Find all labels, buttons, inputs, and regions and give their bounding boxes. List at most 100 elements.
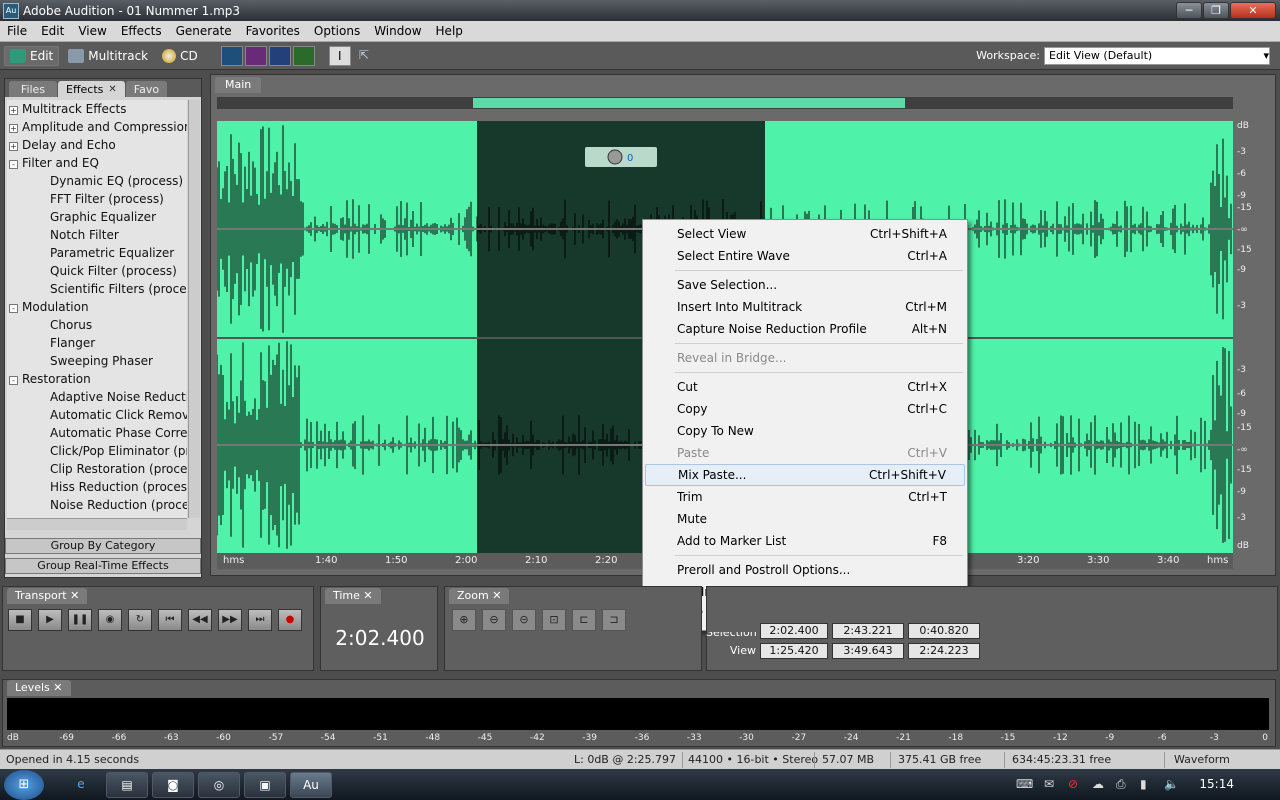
tree-item[interactable]: + Amplitude and Compression bbox=[7, 118, 187, 136]
overview-bar[interactable] bbox=[217, 97, 1233, 109]
tab-time[interactable]: Time ✕ bbox=[325, 588, 381, 604]
tree-item[interactable]: Parametric Equalizer bbox=[7, 244, 187, 262]
tree-item[interactable]: Automatic Click Remover bbox=[7, 406, 187, 424]
tree-item[interactable]: Dynamic EQ (process) bbox=[7, 172, 187, 190]
play-button[interactable]: ▶ bbox=[38, 609, 62, 631]
time-selection-tool[interactable]: I bbox=[328, 45, 351, 66]
zoom-left-edge-icon[interactable]: ⊏ bbox=[572, 609, 596, 631]
horizontal-scrollbar[interactable] bbox=[7, 518, 187, 530]
menu-file[interactable]: File bbox=[0, 24, 34, 38]
media-icon[interactable]: ◎ bbox=[198, 772, 240, 798]
tree-item[interactable]: Sweeping Phaser bbox=[7, 352, 187, 370]
device-icon[interactable]: ⎙ bbox=[1116, 777, 1126, 792]
multitrack-view-button[interactable]: Multitrack bbox=[63, 47, 153, 65]
context-menu-item[interactable]: Save Selection... bbox=[645, 274, 965, 296]
expand-icon[interactable]: + bbox=[9, 142, 18, 151]
marquee-tool[interactable]: ⇱ bbox=[353, 46, 375, 66]
volume-knob-icon[interactable] bbox=[607, 149, 623, 165]
context-menu-item[interactable]: Copy Ctrl+C bbox=[645, 398, 965, 420]
fast-forward-button[interactable]: ▶▶ bbox=[218, 609, 242, 631]
close-icon[interactable]: ✕ bbox=[70, 589, 79, 602]
phase-display-button[interactable] bbox=[292, 45, 315, 66]
context-menu-item[interactable]: Capture Noise Reduction Profile Alt+N bbox=[645, 318, 965, 340]
tree-item[interactable]: Scientific Filters (process) bbox=[7, 280, 187, 298]
stop-button[interactable]: ■ bbox=[8, 609, 32, 631]
vertical-scrollbar[interactable] bbox=[188, 100, 200, 518]
audition-taskbar-button[interactable]: Au bbox=[290, 772, 332, 798]
zoom-out-horizontal-icon[interactable]: ⊖ bbox=[482, 609, 506, 631]
tab-favorites[interactable]: Favo bbox=[125, 81, 168, 97]
signal-icon[interactable]: ▮ bbox=[1140, 777, 1147, 791]
zoom-right-edge-icon[interactable]: ⊐ bbox=[602, 609, 626, 631]
tree-item[interactable]: Flanger bbox=[7, 334, 187, 352]
collapse-icon[interactable]: - bbox=[9, 160, 18, 169]
waveform-display-button[interactable] bbox=[220, 45, 243, 66]
tree-item[interactable]: Graphic Equalizer bbox=[7, 208, 187, 226]
workspace-select[interactable]: Edit View (Default) ▾ bbox=[1044, 46, 1270, 65]
internet-explorer-icon[interactable]: e bbox=[60, 772, 102, 798]
tree-item[interactable]: Automatic Phase Correcti bbox=[7, 424, 187, 442]
tree-item[interactable]: + Multitrack Effects bbox=[7, 100, 187, 118]
pause-button[interactable]: ❚❚ bbox=[68, 609, 92, 631]
expand-icon[interactable]: + bbox=[9, 124, 18, 133]
save-icon[interactable]: ▣ bbox=[244, 772, 286, 798]
context-menu-item[interactable]: Mix Paste... Ctrl+Shift+V bbox=[645, 464, 965, 486]
view-begin[interactable]: 1:25.420 bbox=[760, 643, 828, 659]
selection-length[interactable]: 0:40.820 bbox=[908, 623, 980, 639]
tree-item[interactable]: + Delay and Echo bbox=[7, 136, 187, 154]
menu-view[interactable]: View bbox=[71, 24, 113, 38]
overview-view-range[interactable] bbox=[473, 98, 905, 108]
volume-value[interactable]: 0 bbox=[627, 153, 633, 164]
view-end[interactable]: 3:49.643 bbox=[832, 643, 904, 659]
collapse-icon[interactable]: - bbox=[9, 304, 18, 313]
tree-item[interactable]: Quick Filter (process) bbox=[7, 262, 187, 280]
context-menu-item[interactable]: Insert Into Multitrack Ctrl+M bbox=[645, 296, 965, 318]
context-menu-item[interactable]: Select View Ctrl+Shift+A bbox=[645, 223, 965, 245]
selection-end[interactable]: 2:43.221 bbox=[832, 623, 904, 639]
network-icon[interactable]: ✉ bbox=[1044, 777, 1054, 791]
group-realtime-effects-button[interactable]: Group Real-Time Effects bbox=[5, 558, 201, 574]
tab-effects[interactable]: Effects ✕ bbox=[58, 81, 125, 97]
tree-item[interactable]: Noise Reduction (process) bbox=[7, 496, 187, 514]
volume-icon[interactable]: 🔈 bbox=[1164, 777, 1179, 791]
close-icon[interactable]: ✕ bbox=[363, 589, 372, 602]
go-to-end-button[interactable]: ⏭ bbox=[248, 609, 272, 631]
tab-zoom[interactable]: Zoom ✕ bbox=[449, 588, 510, 604]
tree-item[interactable]: FFT Filter (process) bbox=[7, 190, 187, 208]
tree-item[interactable]: Click/Pop Eliminator (proc bbox=[7, 442, 187, 460]
menu-effects[interactable]: Effects bbox=[114, 24, 169, 38]
play-to-end-button[interactable]: ◉ bbox=[98, 609, 122, 631]
security-icon[interactable]: ⊘ bbox=[1068, 777, 1078, 791]
tree-item[interactable]: Adaptive Noise Reduction bbox=[7, 388, 187, 406]
selection-begin[interactable]: 2:02.400 bbox=[760, 623, 828, 639]
tree-item[interactable]: - Filter and EQ bbox=[7, 154, 187, 172]
spectral-display-button[interactable] bbox=[244, 45, 267, 66]
menu-options[interactable]: Options bbox=[307, 24, 367, 38]
menu-help[interactable]: Help bbox=[429, 24, 470, 38]
tab-levels[interactable]: Levels ✕ bbox=[7, 680, 71, 696]
maximize-button[interactable]: ❐ bbox=[1203, 2, 1229, 19]
context-menu-item[interactable]: Select Entire Wave Ctrl+A bbox=[645, 245, 965, 267]
close-button[interactable]: ✕ bbox=[1230, 2, 1276, 19]
tab-main[interactable]: Main bbox=[215, 77, 262, 93]
collapse-icon[interactable]: - bbox=[9, 376, 18, 385]
close-icon[interactable]: ✕ bbox=[492, 589, 501, 602]
edit-view-button[interactable]: Edit bbox=[4, 45, 60, 66]
cd-view-button[interactable]: CD bbox=[157, 47, 203, 65]
tree-item[interactable]: - Restoration bbox=[7, 370, 187, 388]
context-menu-item[interactable]: Add to Marker List F8 bbox=[645, 530, 965, 552]
group-by-category-button[interactable]: Group By Category bbox=[5, 538, 201, 554]
context-menu-item[interactable]: Copy To New bbox=[645, 420, 965, 442]
tree-item[interactable]: Chorus bbox=[7, 316, 187, 334]
context-menu-item[interactable]: Mute bbox=[645, 508, 965, 530]
go-to-start-button[interactable]: ⏮ bbox=[158, 609, 182, 631]
menu-window[interactable]: Window bbox=[367, 24, 428, 38]
camera-icon[interactable]: ◙ bbox=[152, 772, 194, 798]
close-icon[interactable]: ✕ bbox=[53, 681, 62, 694]
zoom-in-horizontal-icon[interactable]: ⊕ bbox=[452, 609, 476, 631]
tree-item[interactable]: Notch Filter bbox=[7, 226, 187, 244]
tree-item[interactable]: Hiss Reduction (process) bbox=[7, 478, 187, 496]
cloud-icon[interactable]: ☁ bbox=[1092, 777, 1104, 791]
menu-edit[interactable]: Edit bbox=[34, 24, 71, 38]
menu-generate[interactable]: Generate bbox=[169, 24, 239, 38]
